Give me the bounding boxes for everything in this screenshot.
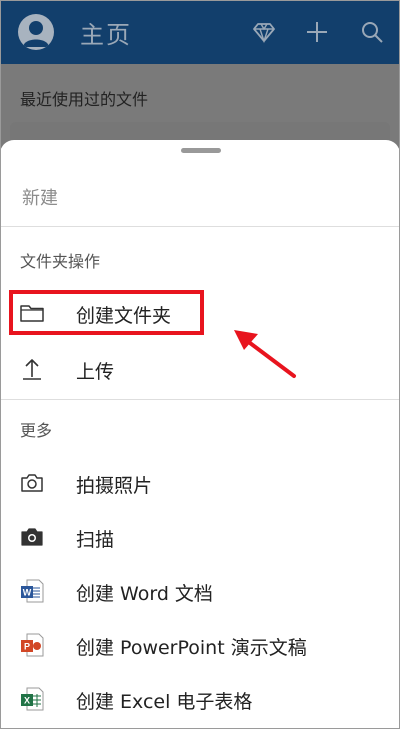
page-title: 主页 bbox=[80, 21, 132, 49]
upload-item[interactable]: 上传 bbox=[0, 343, 400, 395]
annotation-arrow-icon bbox=[228, 320, 300, 382]
create-powerpoint-label: 创建 PowerPoint 演示文稿 bbox=[76, 637, 307, 659]
svg-text:X: X bbox=[24, 696, 30, 706]
highlight-box bbox=[9, 290, 204, 335]
excel-icon: X bbox=[18, 685, 46, 713]
divider bbox=[0, 226, 400, 227]
new-bottom-sheet: 新建 文件夹操作 创建文件夹 上传 更多 拍摄照片 扫描 W 创建 Word 文… bbox=[0, 140, 400, 729]
scan-label: 扫描 bbox=[76, 529, 115, 551]
more-section-label: 更多 bbox=[20, 421, 53, 440]
take-photo-label: 拍摄照片 bbox=[76, 475, 153, 497]
scan-item[interactable]: 扫描 bbox=[0, 511, 400, 563]
create-word-item[interactable]: W 创建 Word 文档 bbox=[0, 565, 400, 617]
create-excel-item[interactable]: X 创建 Excel 电子表格 bbox=[0, 673, 400, 725]
app-bar: 主页 bbox=[0, 0, 400, 64]
camera-outline-icon bbox=[18, 469, 46, 497]
avatar-icon bbox=[23, 21, 49, 47]
create-word-label: 创建 Word 文档 bbox=[76, 583, 213, 605]
take-photo-item[interactable]: 拍摄照片 bbox=[0, 457, 400, 509]
svg-text:P: P bbox=[24, 642, 30, 652]
create-excel-label: 创建 Excel 电子表格 bbox=[76, 691, 253, 713]
drag-handle[interactable] bbox=[181, 148, 221, 153]
diamond-icon[interactable] bbox=[252, 20, 276, 44]
word-icon: W bbox=[18, 577, 46, 605]
camera-filled-icon bbox=[18, 523, 46, 551]
avatar[interactable] bbox=[18, 14, 54, 50]
plus-icon[interactable] bbox=[305, 20, 329, 44]
sheet-title: 新建 bbox=[22, 188, 58, 209]
folder-section-label: 文件夹操作 bbox=[20, 252, 101, 271]
powerpoint-icon: P bbox=[18, 631, 46, 659]
create-powerpoint-item[interactable]: P 创建 PowerPoint 演示文稿 bbox=[0, 619, 400, 671]
upload-icon bbox=[18, 355, 46, 383]
upload-label: 上传 bbox=[76, 361, 115, 383]
search-icon[interactable] bbox=[360, 20, 384, 44]
svg-text:W: W bbox=[23, 588, 32, 598]
recent-files-label: 最近使用过的文件 bbox=[20, 90, 149, 109]
divider bbox=[0, 399, 400, 400]
